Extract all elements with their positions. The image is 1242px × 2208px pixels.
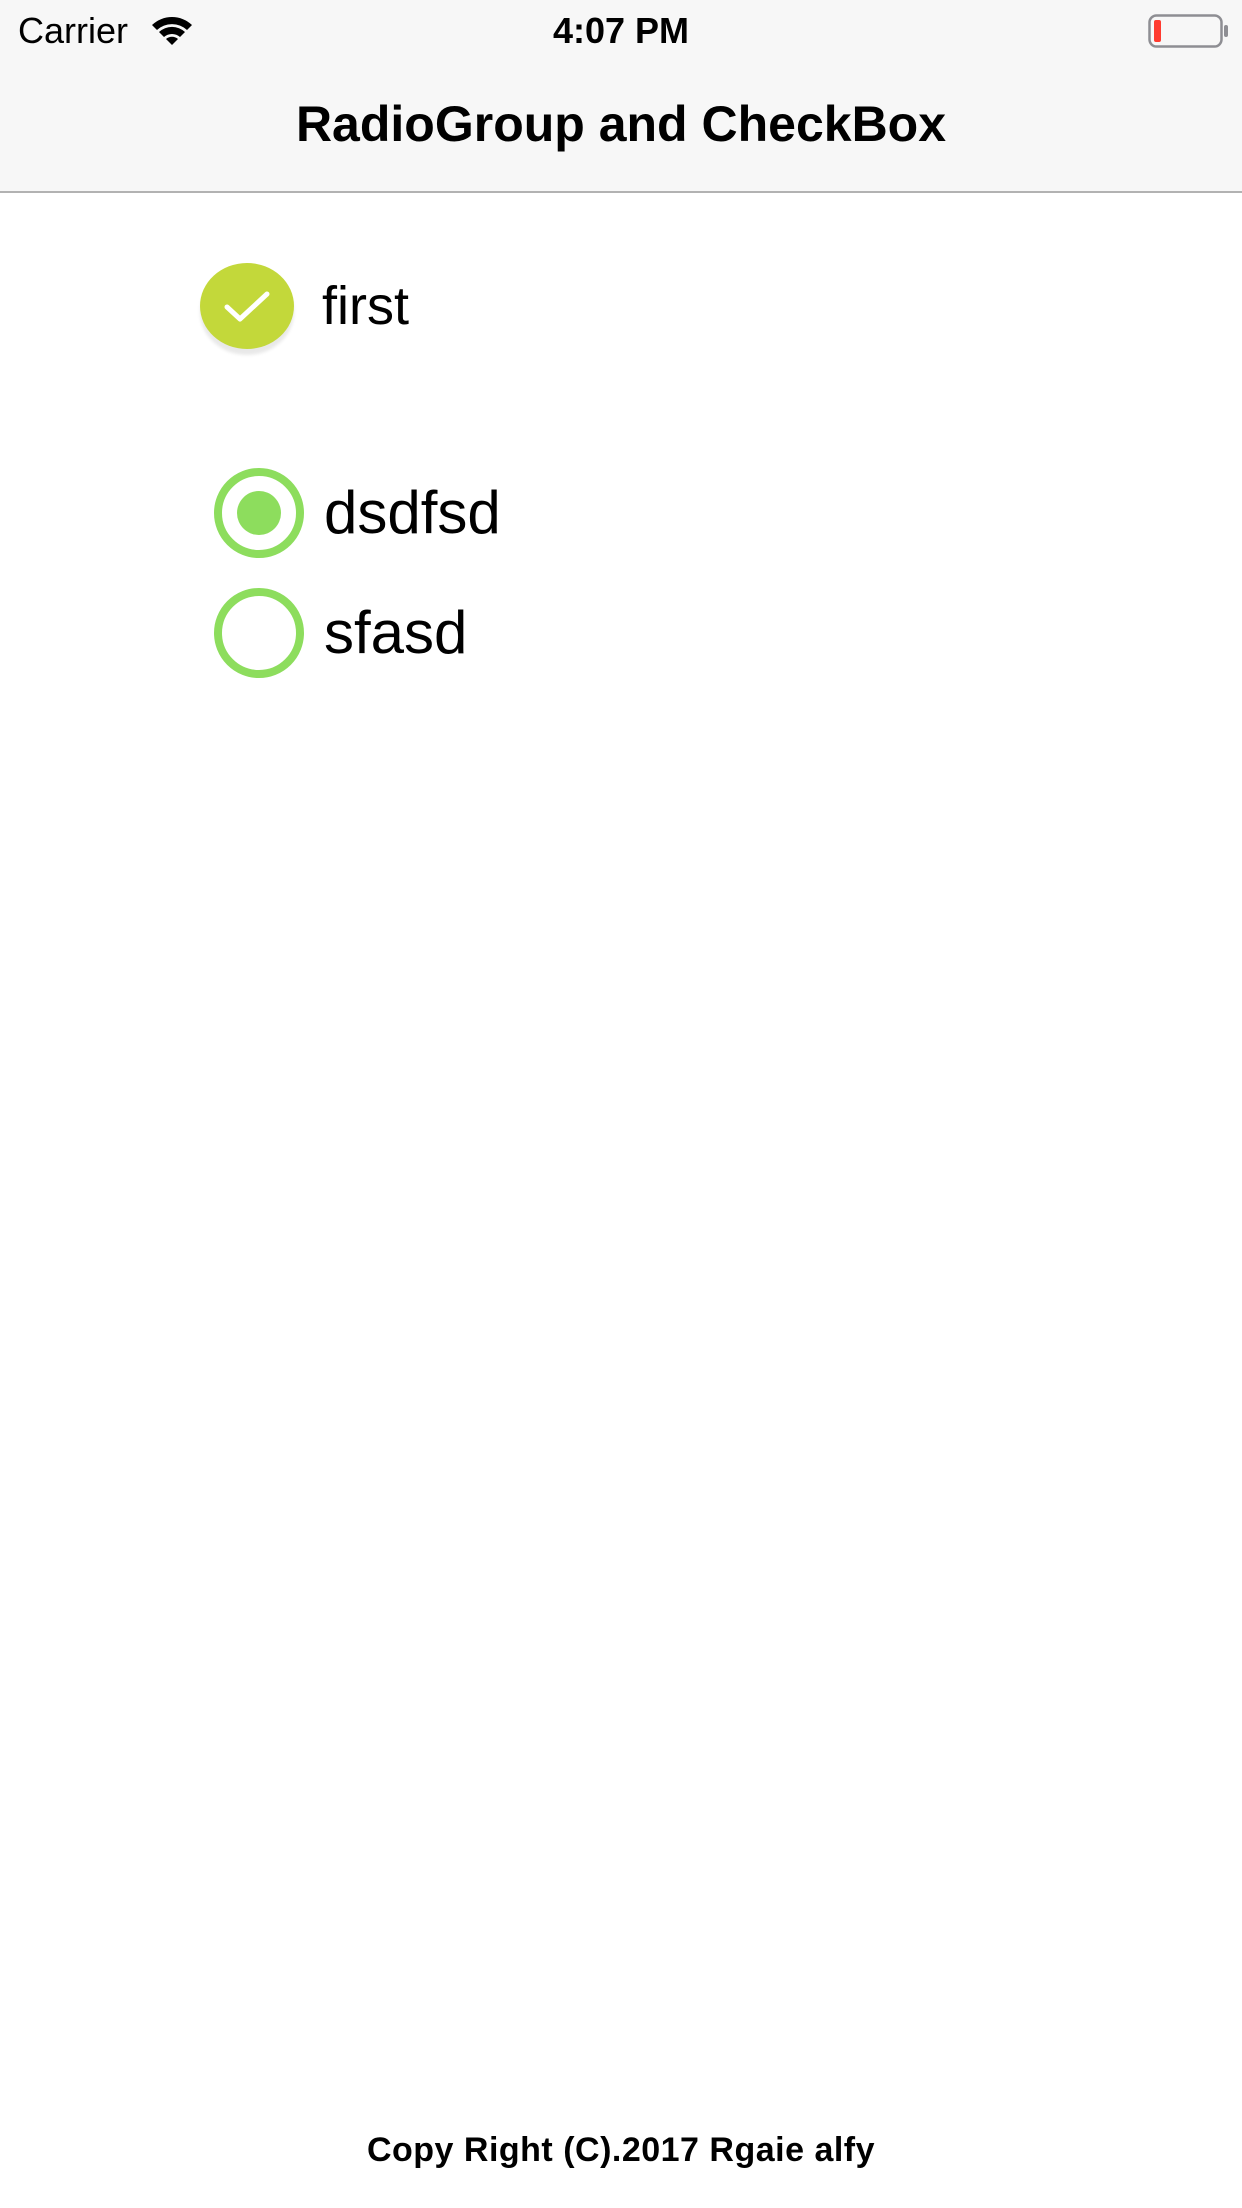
- battery-low-icon: [1148, 14, 1228, 48]
- radio-option-sfasd[interactable]: sfasd: [214, 588, 468, 678]
- status-time: 4:07 PM: [552, 10, 690, 51]
- checkbox-control[interactable]: [200, 263, 294, 349]
- checkbox-first[interactable]: first: [200, 260, 409, 352]
- radio-dot: [237, 611, 281, 655]
- radio-button-selected[interactable]: [214, 468, 304, 558]
- status-bar: Carrier 4:07 PM: [0, 0, 1242, 62]
- radio-dot: [237, 491, 281, 535]
- radio-option-dsdfsd[interactable]: dsdfsd: [214, 468, 501, 558]
- page-title: RadioGroup and CheckBox: [295, 96, 947, 152]
- app-screen: Carrier 4:07 PM RadioGroup and CheckBox …: [0, 0, 1242, 2208]
- footer-copyright: Copy Right (C).2017 Rgaie alfy: [366, 2131, 876, 2169]
- radio-button-unselected[interactable]: [214, 588, 304, 678]
- radio-label: sfasd: [324, 599, 468, 666]
- checkbox-label: first: [322, 276, 409, 336]
- radio-label: dsdfsd: [324, 479, 501, 546]
- checkmark-icon: [224, 291, 270, 322]
- navigation-bar: RadioGroup and CheckBox: [0, 62, 1242, 193]
